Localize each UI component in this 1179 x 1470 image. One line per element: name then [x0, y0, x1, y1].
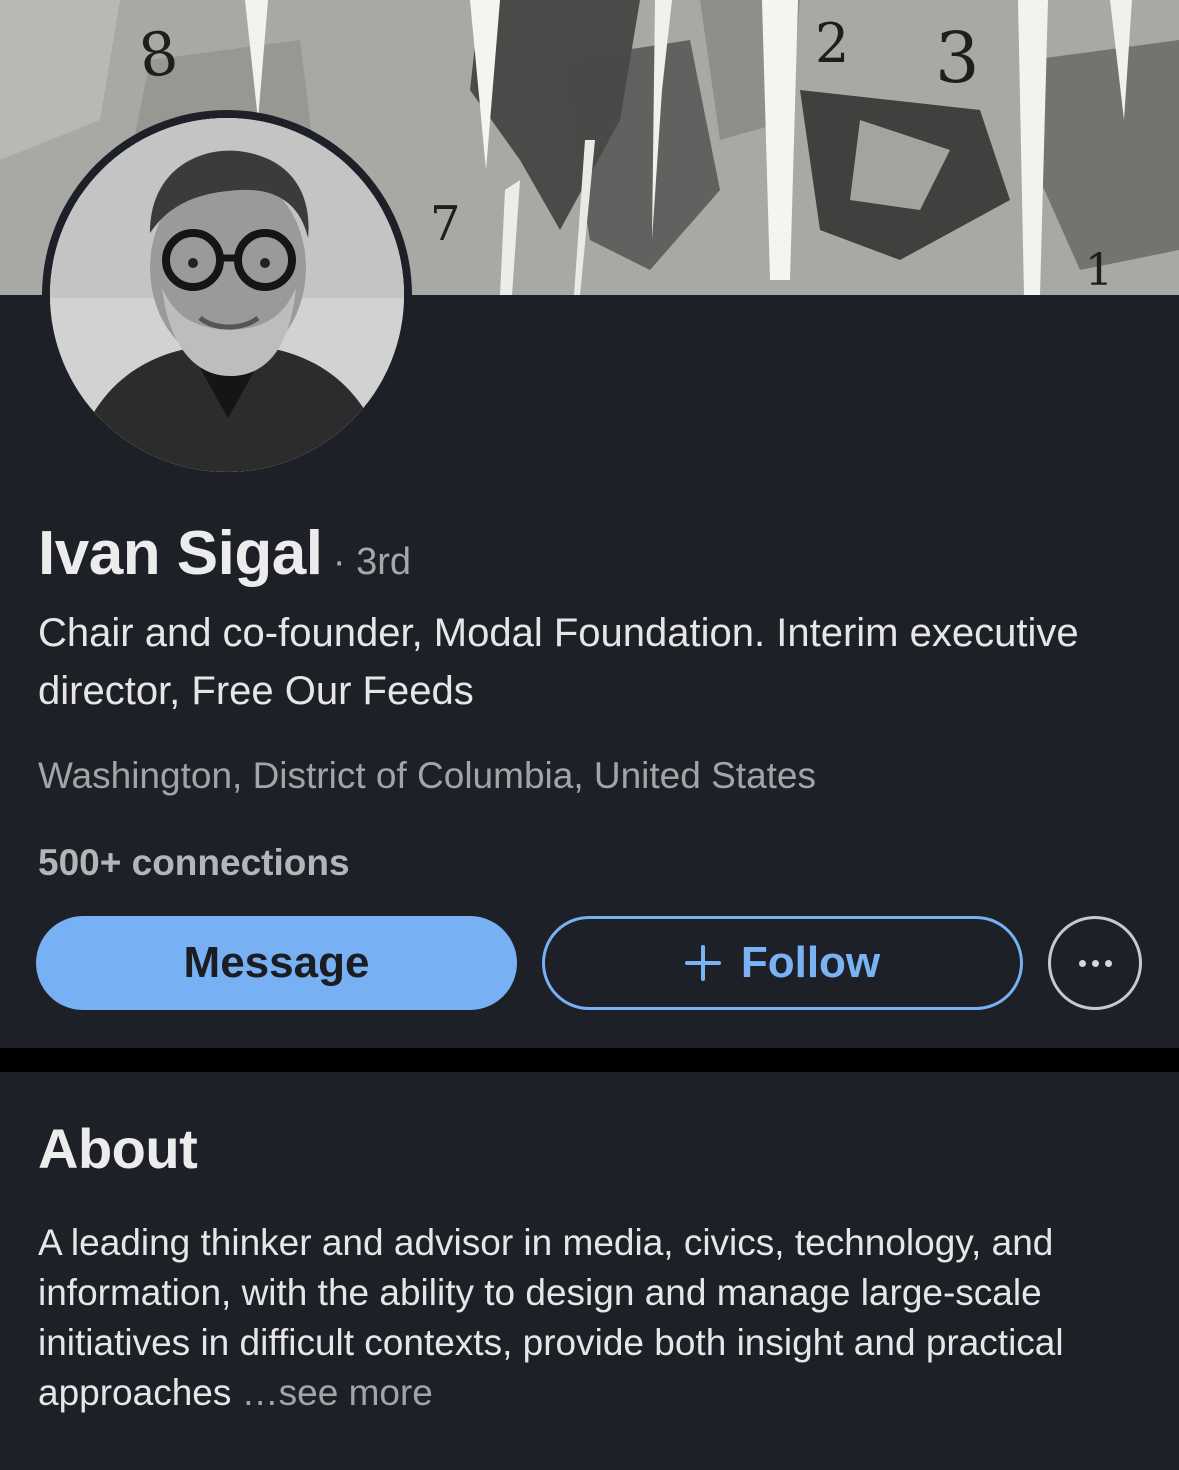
profile-photo-image	[50, 118, 404, 472]
avatar[interactable]	[42, 110, 412, 480]
follow-button-label: Follow	[740, 938, 881, 987]
see-more-link[interactable]: …see more	[242, 1372, 433, 1413]
message-button[interactable]: Message	[36, 916, 517, 1010]
follow-button[interactable]: Follow	[542, 916, 1023, 1010]
svg-text:7: 7	[430, 196, 461, 252]
svg-text:2: 2	[815, 12, 849, 75]
profile-name: Ivan Sigal	[38, 519, 323, 588]
about-text-block: A leading thinker and advisor in media, …	[38, 1218, 1148, 1418]
connection-degree: · 3rd	[332, 541, 412, 583]
connections-count[interactable]: 500+ connections	[38, 842, 350, 884]
more-horizontal-icon	[1078, 959, 1112, 967]
svg-text:1: 1	[1085, 245, 1113, 295]
message-button-label: Message	[183, 938, 370, 987]
about-text: A leading thinker and advisor in media, …	[38, 1222, 1064, 1413]
profile-headline: Chair and co-founder, Modal Foundation. …	[38, 611, 1079, 713]
about-title: About	[38, 1117, 198, 1180]
svg-text:3: 3	[935, 17, 980, 99]
plus-icon	[684, 945, 721, 981]
avatar-photo	[50, 118, 404, 472]
profile-page: 8 2 3 7 1 Ivan Sigal · 3rd Chair and co-…	[0, 0, 1179, 1470]
profile-location: Washington, District of Columbia, United…	[38, 755, 817, 796]
name-row: Ivan Sigal · 3rd	[38, 518, 411, 589]
section-divider	[0, 1048, 1179, 1072]
more-options-button[interactable]	[1048, 916, 1142, 1010]
